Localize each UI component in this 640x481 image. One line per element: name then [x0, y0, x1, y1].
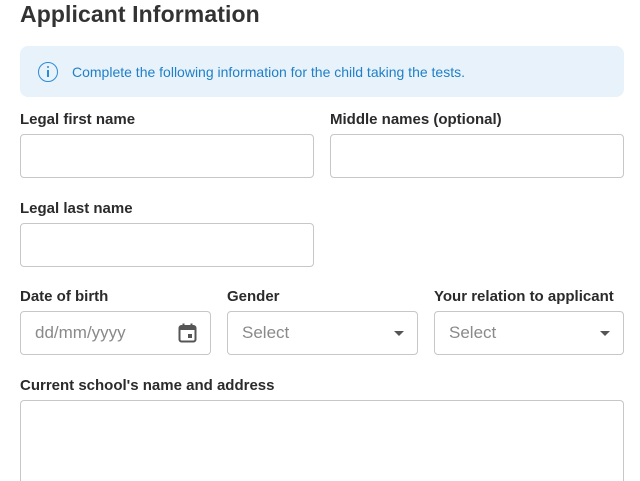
first-name-input[interactable] — [20, 134, 314, 178]
date-placeholder: dd/mm/yyyy — [35, 323, 126, 342]
chevron-down-icon — [394, 331, 404, 336]
relation-label: Your relation to applicant — [434, 288, 614, 305]
page-title: Applicant Information — [20, 1, 260, 27]
info-icon — [38, 61, 58, 82]
last-name-input[interactable] — [20, 223, 314, 267]
middle-names-input[interactable] — [330, 134, 624, 178]
date-of-birth-label: Date of birth — [20, 288, 109, 305]
info-banner: Complete the following information for t… — [20, 46, 624, 97]
last-name-label: Legal last name — [20, 200, 133, 217]
school-label: Current school's name and address — [20, 377, 275, 394]
gender-selected-value: Select — [242, 323, 290, 342]
info-banner-text: Complete the following information for t… — [72, 63, 465, 80]
calendar-icon[interactable] — [178, 323, 197, 343]
date-of-birth-input[interactable]: dd/mm/yyyy — [20, 311, 211, 355]
school-textarea[interactable] — [20, 400, 624, 481]
relation-selected-value: Select — [449, 323, 497, 342]
first-name-label: Legal first name — [20, 111, 136, 128]
gender-label: Gender — [227, 288, 280, 305]
relation-select[interactable]: Select — [434, 311, 624, 355]
middle-names-label: Middle names (optional) — [330, 111, 502, 128]
gender-select[interactable]: Select — [227, 311, 418, 355]
chevron-down-icon — [600, 331, 610, 336]
